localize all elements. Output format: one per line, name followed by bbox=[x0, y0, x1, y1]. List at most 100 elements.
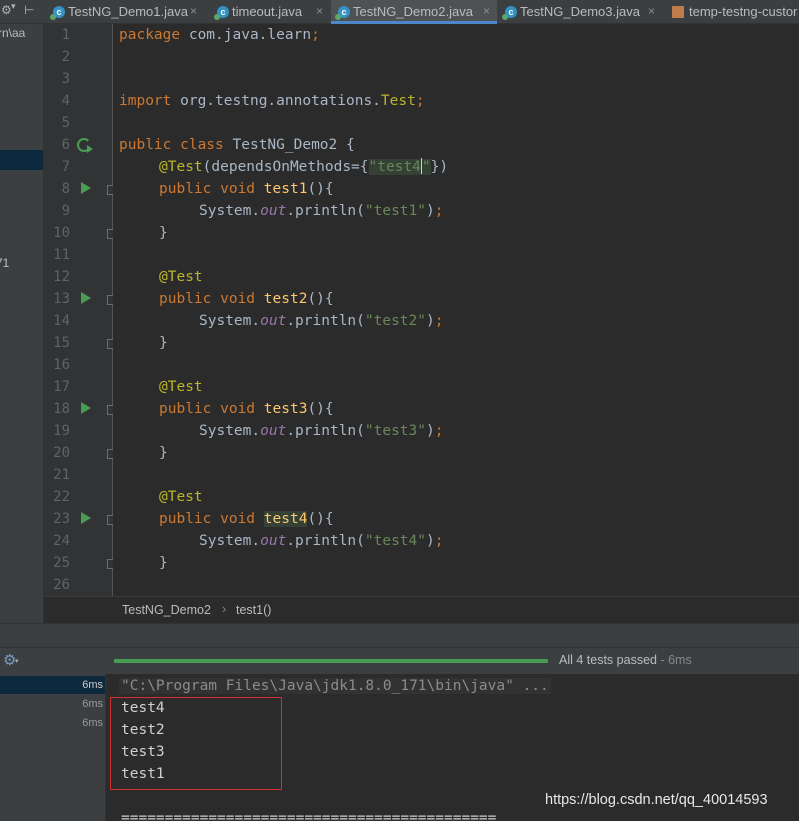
method-parens: (){ bbox=[307, 291, 334, 307]
system-class: System. bbox=[199, 423, 261, 439]
close-paren: ) bbox=[426, 533, 435, 549]
close-paren: ) bbox=[426, 313, 435, 329]
java-class-icon: c bbox=[335, 6, 350, 20]
console-separator: ========================================… bbox=[121, 810, 497, 821]
close-icon[interactable]: × bbox=[316, 4, 323, 18]
java-class-icon: c bbox=[50, 6, 65, 20]
project-path-text[interactable]: rn\aa bbox=[0, 26, 25, 40]
keyword: public bbox=[159, 181, 212, 197]
println-call: .println( bbox=[286, 203, 365, 219]
line-number: 21 bbox=[53, 467, 70, 483]
line-number: 4 bbox=[61, 93, 70, 109]
test-progress-bar bbox=[114, 659, 548, 663]
import-path: org.testng.annotations. bbox=[171, 93, 381, 109]
string-literal: "test4" bbox=[364, 533, 426, 549]
tab-temp-testng-custom[interactable]: temp-testng-custor bbox=[664, 0, 799, 24]
close-paren: ) bbox=[426, 203, 435, 219]
code-line-method-test3: public void test3(){ bbox=[159, 398, 334, 420]
close-icon[interactable]: × bbox=[190, 4, 197, 18]
semicolon: ; bbox=[434, 423, 444, 439]
breadcrumb: TestNG_Demo2 › test1() bbox=[44, 596, 799, 623]
test-tree-row[interactable]: 6ms bbox=[0, 676, 105, 694]
panel-splitter[interactable] bbox=[0, 623, 799, 647]
run-class-icon[interactable] bbox=[77, 138, 93, 153]
run-test-icon[interactable] bbox=[81, 402, 91, 414]
breadcrumb-class[interactable]: TestNG_Demo2 bbox=[122, 603, 211, 617]
depends-value: test4 bbox=[377, 159, 421, 175]
code-line-class-decl: public class TestNG_Demo2 { bbox=[119, 134, 355, 156]
code-line-depends-annotation: @Test(dependsOnMethods={"test4"}) bbox=[159, 156, 448, 178]
tab-testng-demo3[interactable]: c TestNG_Demo3.java × bbox=[498, 0, 662, 24]
line-number: 19 bbox=[53, 423, 70, 439]
close-icon[interactable]: × bbox=[648, 4, 655, 18]
semicolon: ; bbox=[311, 27, 320, 43]
line-number: 3 bbox=[61, 71, 70, 87]
close-paren: ) bbox=[426, 423, 435, 439]
println-call: .println( bbox=[286, 423, 365, 439]
code-line-close-brace: } bbox=[159, 225, 168, 241]
println-call: .println( bbox=[286, 533, 365, 549]
project-panel: rn\aa 71 bbox=[0, 24, 44, 623]
run-test-icon[interactable] bbox=[81, 182, 91, 194]
annotation-args-close: }) bbox=[430, 159, 449, 175]
xml-file-icon bbox=[672, 6, 684, 18]
test-status: All 4 tests passed - 6ms bbox=[559, 653, 692, 667]
method-name: test1 bbox=[263, 181, 308, 197]
code-line-annotation: @Test bbox=[159, 489, 203, 505]
test-tree-row[interactable]: 6ms bbox=[0, 714, 105, 732]
keyword: public bbox=[159, 291, 212, 307]
line-number: 22 bbox=[53, 489, 70, 505]
project-selected-row[interactable] bbox=[0, 150, 43, 170]
line-number: 7 bbox=[61, 159, 70, 175]
semicolon: ; bbox=[434, 313, 444, 329]
project-item-text[interactable]: 71 bbox=[0, 256, 9, 270]
test-duration: 6ms bbox=[82, 698, 103, 710]
annotation: @Test bbox=[159, 159, 203, 175]
breadcrumb-method[interactable]: test1() bbox=[236, 603, 271, 617]
tab-testng-demo1[interactable]: c TestNG_Demo1.java × bbox=[46, 0, 204, 24]
line-number: 23 bbox=[53, 511, 70, 527]
editor-tab-bar: ⚙ ▾ ⊢ c TestNG_Demo1.java × c timeout.ja… bbox=[0, 0, 799, 24]
method-name: test2 bbox=[263, 291, 308, 307]
semicolon: ; bbox=[434, 203, 444, 219]
method-name-highlighted: test4 bbox=[263, 511, 308, 527]
line-number: 14 bbox=[53, 313, 70, 329]
test-duration: 6ms bbox=[82, 717, 103, 729]
keyword: public bbox=[119, 137, 172, 153]
method-name: test3 bbox=[263, 401, 308, 417]
console-command: "C:\Program Files\Java\jdk1.8.0_171\bin\… bbox=[119, 678, 551, 694]
println-call: .println( bbox=[286, 313, 365, 329]
tab-timeout[interactable]: c timeout.java × bbox=[210, 0, 330, 24]
test-status-text: All 4 tests passed bbox=[559, 653, 657, 667]
tab-label: timeout.java bbox=[232, 4, 303, 19]
code-line-annotation: @Test bbox=[159, 379, 203, 395]
test-tree-row[interactable]: 6ms bbox=[0, 695, 105, 713]
chevron-down-icon[interactable]: ▾ bbox=[15, 657, 19, 665]
keyword: class bbox=[171, 137, 224, 153]
run-toolbar: ⚙ ▾ All 4 tests passed - 6ms bbox=[0, 647, 799, 674]
line-number: 10 bbox=[53, 225, 70, 241]
line-number: 8 bbox=[61, 181, 70, 197]
breadcrumb-separator: › bbox=[222, 602, 227, 616]
collapse-icon[interactable]: ⊢ bbox=[24, 3, 34, 17]
run-test-icon[interactable] bbox=[81, 292, 91, 304]
java-class-icon: c bbox=[214, 6, 229, 20]
tab-testng-demo2[interactable]: c TestNG_Demo2.java × bbox=[331, 0, 497, 24]
run-test-icon[interactable] bbox=[81, 512, 91, 524]
semicolon: ; bbox=[415, 93, 425, 109]
close-icon[interactable]: × bbox=[483, 4, 490, 18]
string-literal: "test1" bbox=[364, 203, 426, 219]
line-number: 20 bbox=[53, 445, 70, 461]
tab-label: temp-testng-custor bbox=[689, 4, 798, 19]
code-line-close-brace: } bbox=[159, 335, 168, 351]
keyword: void bbox=[211, 401, 256, 417]
line-number: 26 bbox=[53, 577, 70, 593]
chevron-down-icon[interactable]: ▾ bbox=[11, 2, 16, 12]
line-number: 18 bbox=[53, 401, 70, 417]
quote: " bbox=[421, 159, 431, 175]
out-field: out bbox=[260, 533, 287, 549]
keyword: void bbox=[211, 511, 256, 527]
string-literal: "test2" bbox=[364, 313, 426, 329]
line-number: 1 bbox=[61, 27, 70, 43]
tab-label: TestNG_Demo2.java bbox=[353, 4, 473, 19]
